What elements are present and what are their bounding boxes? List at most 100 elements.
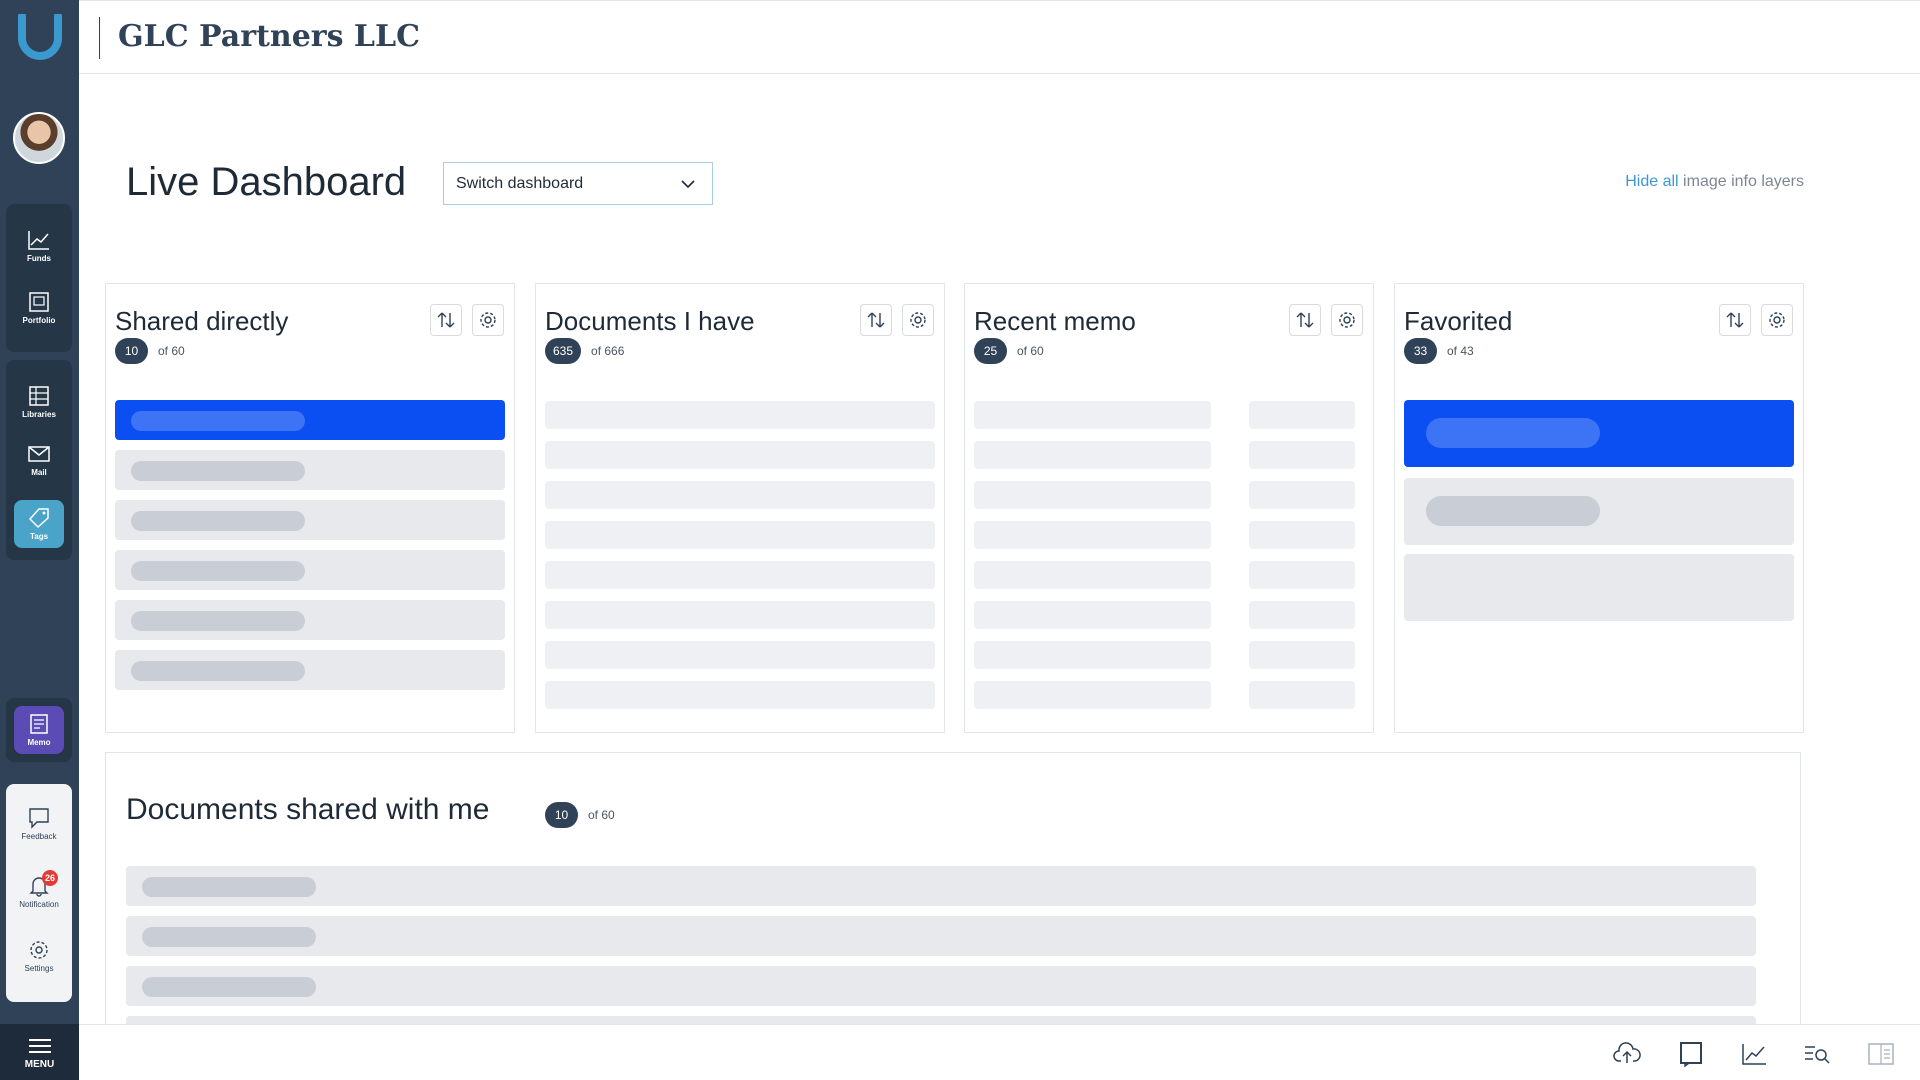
table-row[interactable] xyxy=(126,916,1756,956)
gear-icon xyxy=(480,312,496,328)
list-item[interactable] xyxy=(545,481,935,509)
sort-arrows-icon xyxy=(1296,312,1314,328)
list-item[interactable] xyxy=(545,561,935,589)
comments-button[interactable] xyxy=(1677,1041,1705,1068)
panel-toggle-button[interactable] xyxy=(1867,1041,1895,1067)
count-total: of 43 xyxy=(1447,344,1474,358)
sidebar-item-mail[interactable]: Mail xyxy=(14,436,64,484)
feedback-label: Feedback xyxy=(21,832,57,841)
widget-shared-directly: Shared directly 10 of 60 xyxy=(105,283,515,733)
memo-row-name[interactable] xyxy=(974,601,1211,629)
gear-icon xyxy=(1769,312,1785,328)
list-item[interactable] xyxy=(115,400,505,440)
list-item[interactable] xyxy=(1404,554,1794,621)
analytics-button[interactable] xyxy=(1740,1041,1768,1067)
widget-settings-button[interactable] xyxy=(1331,304,1363,336)
sidebar-item-portfolio[interactable]: Portfolio xyxy=(14,284,64,332)
placeholder-pill xyxy=(1426,418,1600,448)
sidebar-item-funds[interactable]: Funds xyxy=(14,222,64,270)
placeholder-pill xyxy=(142,927,316,947)
placeholder-pill xyxy=(142,877,316,897)
sidebar-item-libraries[interactable]: Libraries xyxy=(14,378,64,426)
sort-arrows-icon xyxy=(437,312,455,328)
widget-settings-button[interactable] xyxy=(1761,304,1793,336)
memo-row-name[interactable] xyxy=(974,561,1211,589)
list-item[interactable] xyxy=(545,601,935,629)
count-badge: 10 xyxy=(545,802,578,828)
widget-settings-button[interactable] xyxy=(472,304,504,336)
memo-row-name[interactable] xyxy=(974,681,1211,709)
list-item[interactable] xyxy=(115,650,505,690)
sidebar-item-label: Mail xyxy=(31,468,47,477)
widget-favorited: Favorited 33 of 43 xyxy=(1394,283,1804,733)
memo-icon xyxy=(30,714,48,734)
list-item[interactable] xyxy=(545,401,935,429)
widget-recent-memo: Recent memo 25 of 60 xyxy=(964,283,1374,733)
list-item[interactable] xyxy=(545,441,935,469)
sort-button[interactable] xyxy=(860,304,892,336)
table-row[interactable] xyxy=(126,966,1756,1006)
list-item[interactable] xyxy=(545,681,935,709)
memo-row-name[interactable] xyxy=(974,521,1211,549)
sort-button[interactable] xyxy=(430,304,462,336)
menu-button[interactable]: MENU xyxy=(0,1024,79,1080)
memo-row-name[interactable] xyxy=(974,441,1211,469)
header: GLC Partners LLC xyxy=(79,0,1920,74)
list-item[interactable] xyxy=(1404,478,1794,545)
switch-dashboard-dropdown[interactable]: Switch dashboard xyxy=(443,162,713,205)
list-item[interactable] xyxy=(545,521,935,549)
app-logo[interactable] xyxy=(16,12,64,60)
sort-button[interactable] xyxy=(1719,304,1751,336)
avatar[interactable] xyxy=(13,112,65,164)
widget-title: Documents I have xyxy=(545,306,755,336)
widget-actions xyxy=(1719,304,1793,336)
feedback-icon xyxy=(29,808,49,829)
sidebar-item-label: Funds xyxy=(27,254,51,263)
memo-row-meta xyxy=(1249,521,1355,549)
list-item[interactable] xyxy=(115,600,505,640)
memo-row-meta xyxy=(1249,401,1355,429)
sort-button[interactable] xyxy=(1289,304,1321,336)
memo-row-meta xyxy=(1249,641,1355,669)
placeholder-pill xyxy=(1426,496,1600,526)
list-item[interactable] xyxy=(115,500,505,540)
hamburger-icon xyxy=(28,1035,51,1057)
u-logo-icon xyxy=(18,12,62,60)
nav-group-memo: Memo xyxy=(6,698,72,762)
sidebar-item-label: Tags xyxy=(29,532,49,541)
list-item[interactable] xyxy=(545,641,935,669)
sidebar-item-label: Memo xyxy=(27,738,51,747)
list-item[interactable] xyxy=(1404,400,1794,467)
gear-icon xyxy=(30,941,48,959)
settings-button[interactable]: Settings xyxy=(14,932,64,980)
table-row[interactable] xyxy=(126,866,1756,906)
chart-line-icon xyxy=(1742,1044,1766,1065)
placeholder-pill xyxy=(131,611,305,631)
count-badge: 25 xyxy=(974,338,1007,364)
memo-row-name[interactable] xyxy=(974,481,1211,509)
count-badge: 10 xyxy=(115,338,148,364)
memo-row-meta xyxy=(1249,601,1355,629)
chevron-down-icon xyxy=(681,179,695,188)
sidebar-item-memo[interactable]: Memo xyxy=(14,706,64,754)
tag-icon xyxy=(28,508,49,529)
notification-button[interactable]: 26 Notification xyxy=(14,868,64,916)
upload-button[interactable] xyxy=(1613,1041,1641,1067)
switch-dashboard-label: Switch dashboard xyxy=(456,174,584,192)
memo-row-meta xyxy=(1249,441,1355,469)
feedback-button[interactable]: Feedback xyxy=(14,800,64,848)
sidebar-item-tags[interactable]: Tags xyxy=(14,500,64,548)
memo-row-name[interactable] xyxy=(974,401,1211,429)
memo-row-name[interactable] xyxy=(974,641,1211,669)
placeholder-pill xyxy=(131,511,305,531)
search-documents-button[interactable] xyxy=(1803,1041,1831,1067)
hide-all-link[interactable]: Hide all xyxy=(1625,173,1678,190)
side-panel-icon xyxy=(1868,1043,1894,1065)
sort-arrows-icon xyxy=(867,312,885,328)
table-row[interactable] xyxy=(126,1016,1756,1024)
list-item[interactable] xyxy=(115,550,505,590)
list-item[interactable] xyxy=(115,450,505,490)
count-total: of 60 xyxy=(1017,344,1044,358)
count-total: of 60 xyxy=(588,808,615,822)
widget-settings-button[interactable] xyxy=(902,304,934,336)
